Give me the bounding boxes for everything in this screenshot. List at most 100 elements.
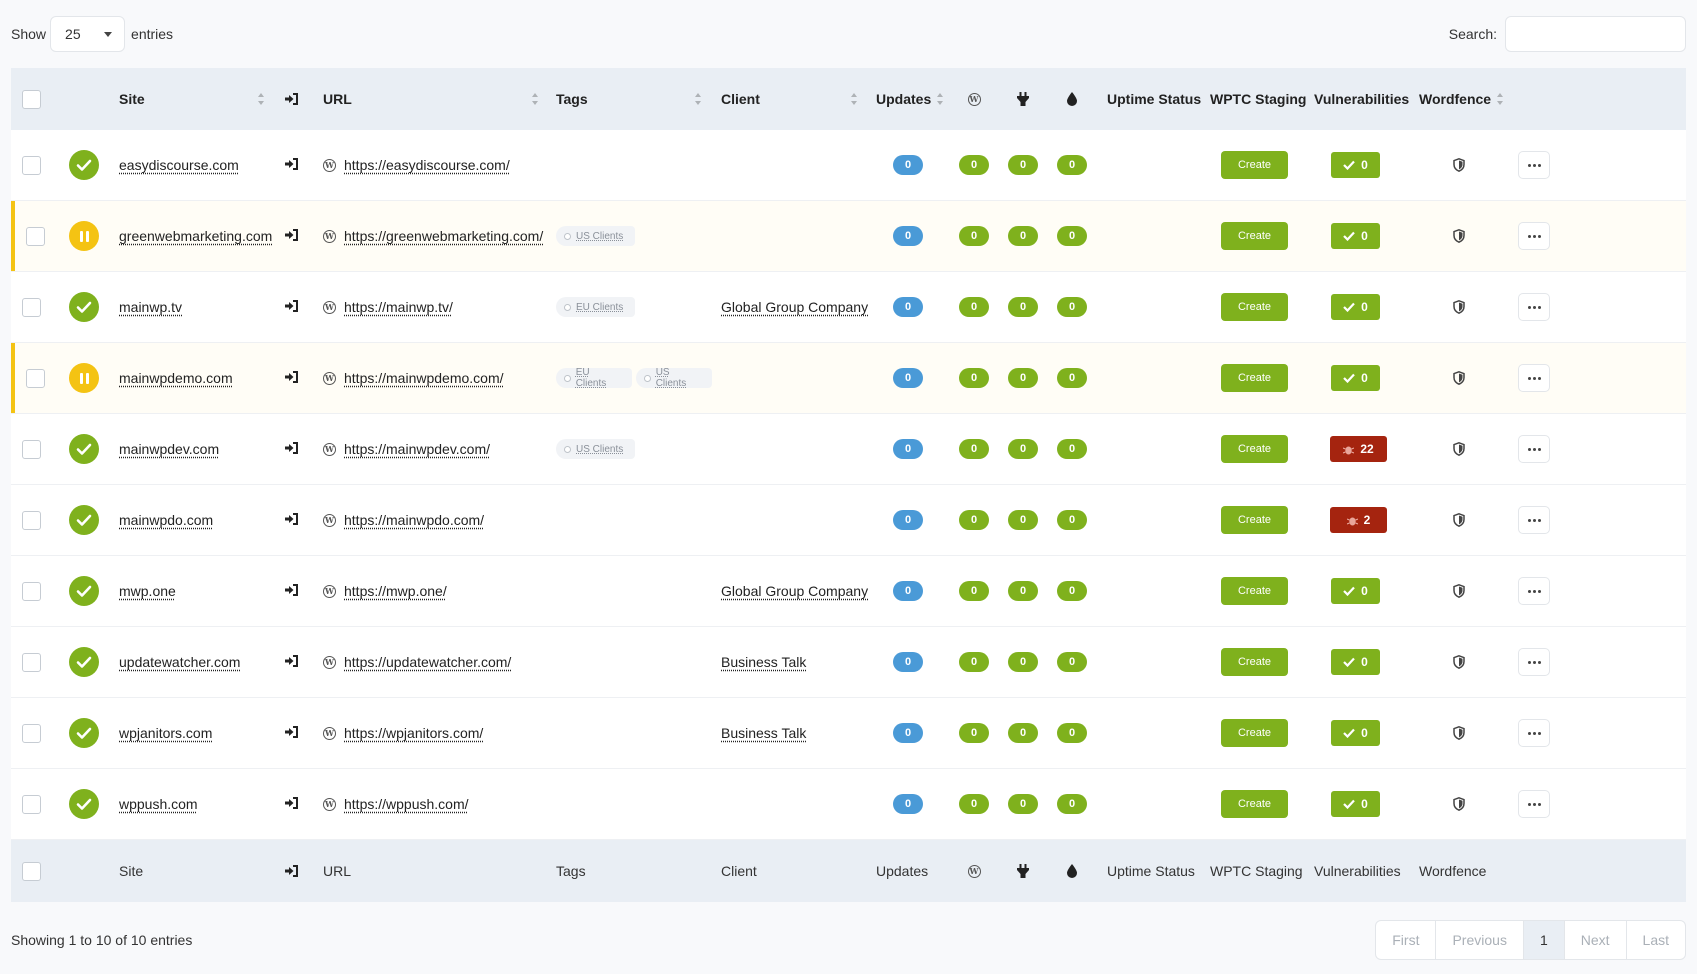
header-col-client[interactable]: Client: [721, 91, 760, 107]
footer-col-tags[interactable]: Tags: [556, 863, 586, 879]
header-select-all-checkbox[interactable]: [21, 89, 41, 109]
site-url-link[interactable]: https://greenwebmarketing.com/: [344, 228, 543, 244]
footer-col-client[interactable]: Client: [721, 863, 757, 879]
create-staging-button[interactable]: Create: [1221, 577, 1288, 605]
site-name-link[interactable]: mainwpdo.com: [119, 512, 213, 528]
row-actions-button[interactable]: [1518, 790, 1550, 818]
vulnerabilities-badge[interactable]: 0: [1331, 720, 1380, 746]
site-name-link[interactable]: wpjanitors.com: [119, 725, 212, 741]
updates-badge[interactable]: 0: [893, 297, 923, 317]
page-current[interactable]: 1: [1522, 921, 1564, 959]
row-checkbox[interactable]: [21, 510, 41, 530]
row-checkbox[interactable]: [25, 226, 45, 246]
vulnerabilities-badge[interactable]: 0: [1331, 649, 1380, 675]
wp-core-updates-badge[interactable]: 0: [959, 155, 989, 175]
site-name-link[interactable]: mainwpdemo.com: [119, 370, 233, 386]
plugin-updates-badge[interactable]: 0: [1008, 226, 1038, 246]
footer-col-updates[interactable]: Updates: [876, 863, 928, 879]
vulnerabilities-badge[interactable]: 0: [1331, 152, 1380, 178]
create-staging-button[interactable]: Create: [1221, 648, 1288, 676]
login-button[interactable]: [284, 725, 299, 742]
vulnerabilities-badge[interactable]: 2: [1330, 507, 1387, 533]
updates-badge[interactable]: 0: [893, 510, 923, 530]
wp-core-updates-badge[interactable]: 0: [959, 723, 989, 743]
create-staging-button[interactable]: Create: [1221, 151, 1288, 179]
login-button[interactable]: [284, 512, 299, 529]
page-next[interactable]: Next: [1563, 921, 1626, 959]
row-checkbox[interactable]: [21, 723, 41, 743]
wp-core-updates-badge[interactable]: 0: [959, 226, 989, 246]
wp-core-updates-badge[interactable]: 0: [959, 581, 989, 601]
plugin-updates-badge[interactable]: 0: [1008, 652, 1038, 672]
row-checkbox[interactable]: [21, 652, 41, 672]
plugin-updates-badge[interactable]: 0: [1008, 439, 1038, 459]
login-button[interactable]: [284, 583, 299, 600]
create-staging-button[interactable]: Create: [1221, 293, 1288, 321]
login-button[interactable]: [284, 796, 299, 813]
theme-updates-badge[interactable]: 0: [1057, 652, 1087, 672]
vulnerabilities-badge[interactable]: 0: [1331, 294, 1380, 320]
create-staging-button[interactable]: Create: [1221, 506, 1288, 534]
login-button[interactable]: [284, 654, 299, 671]
client-link[interactable]: Business Talk: [721, 725, 806, 741]
site-name-link[interactable]: easydiscourse.com: [119, 157, 239, 173]
updates-badge[interactable]: 0: [893, 226, 923, 246]
site-name-link[interactable]: greenwebmarketing.com: [119, 228, 272, 244]
wp-core-updates-badge[interactable]: 0: [959, 297, 989, 317]
theme-updates-badge[interactable]: 0: [1057, 581, 1087, 601]
page-first[interactable]: First: [1376, 921, 1435, 959]
row-checkbox[interactable]: [21, 155, 41, 175]
footer-col-site[interactable]: Site: [119, 863, 143, 879]
site-url-link[interactable]: https://mainwpdev.com/: [344, 441, 490, 457]
login-button[interactable]: [284, 299, 299, 316]
site-url-link[interactable]: https://updatewatcher.com/: [344, 654, 511, 670]
vulnerabilities-badge[interactable]: 0: [1331, 223, 1380, 249]
theme-updates-badge[interactable]: 0: [1057, 794, 1087, 814]
updates-badge[interactable]: 0: [893, 794, 923, 814]
create-staging-button[interactable]: Create: [1221, 719, 1288, 747]
plugin-updates-badge[interactable]: 0: [1008, 581, 1038, 601]
row-checkbox[interactable]: [25, 368, 45, 388]
tag-label[interactable]: US Clients: [636, 367, 712, 389]
login-button[interactable]: [284, 370, 299, 387]
theme-updates-badge[interactable]: 0: [1057, 155, 1087, 175]
wp-core-updates-badge[interactable]: 0: [959, 439, 989, 459]
footer-col-url[interactable]: URL: [323, 863, 351, 879]
login-button[interactable]: [284, 157, 299, 174]
plugin-updates-badge[interactable]: 0: [1008, 794, 1038, 814]
wp-core-updates-badge[interactable]: 0: [959, 794, 989, 814]
page-last[interactable]: Last: [1625, 921, 1685, 959]
site-url-link[interactable]: https://mwp.one/: [344, 583, 447, 599]
plugin-updates-badge[interactable]: 0: [1008, 723, 1038, 743]
updates-badge[interactable]: 0: [893, 368, 923, 388]
row-actions-button[interactable]: [1518, 293, 1550, 321]
wp-core-updates-badge[interactable]: 0: [959, 368, 989, 388]
row-checkbox[interactable]: [21, 581, 41, 601]
wp-core-updates-badge[interactable]: 0: [959, 652, 989, 672]
vulnerabilities-badge[interactable]: 22: [1330, 436, 1387, 462]
row-actions-button[interactable]: [1518, 151, 1550, 179]
updates-badge[interactable]: 0: [893, 723, 923, 743]
row-checkbox[interactable]: [21, 439, 41, 459]
tag-label[interactable]: EU Clients: [556, 367, 632, 389]
header-col-updates[interactable]: Updates: [876, 91, 931, 107]
row-actions-button[interactable]: [1518, 719, 1550, 747]
site-url-link[interactable]: https://mainwpdo.com/: [344, 512, 484, 528]
login-button[interactable]: [284, 228, 299, 245]
search-input[interactable]: [1505, 16, 1686, 52]
header-col-tags[interactable]: Tags: [556, 91, 588, 107]
row-actions-button[interactable]: [1518, 506, 1550, 534]
plugin-updates-badge[interactable]: 0: [1008, 368, 1038, 388]
create-staging-button[interactable]: Create: [1221, 435, 1288, 463]
row-actions-button[interactable]: [1518, 222, 1550, 250]
site-name-link[interactable]: mwp.one: [119, 583, 176, 599]
updates-badge[interactable]: 0: [893, 652, 923, 672]
create-staging-button[interactable]: Create: [1221, 364, 1288, 392]
row-actions-button[interactable]: [1518, 577, 1550, 605]
vulnerabilities-badge[interactable]: 0: [1331, 365, 1380, 391]
plugin-updates-badge[interactable]: 0: [1008, 155, 1038, 175]
tag-label[interactable]: EU Clients: [556, 297, 636, 317]
entries-per-page-select[interactable]: 25: [50, 16, 126, 52]
site-url-link[interactable]: https://easydiscourse.com/: [344, 157, 510, 173]
page-previous[interactable]: Previous: [1435, 921, 1522, 959]
